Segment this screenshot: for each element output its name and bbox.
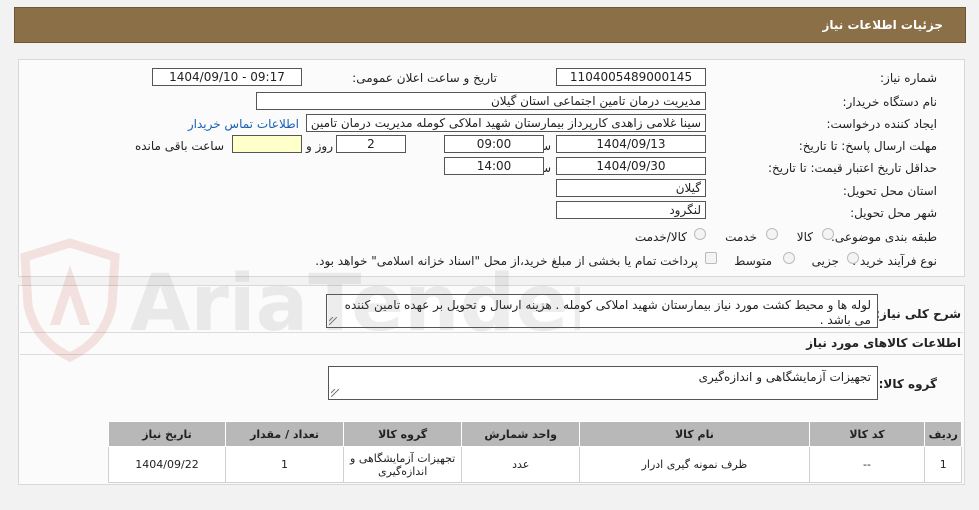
hours-remaining-field[interactable] xyxy=(232,135,302,153)
deadline-date-field[interactable]: 1404/09/13 xyxy=(556,135,706,153)
col-header-quantity: تعداد / مقدار xyxy=(225,421,345,447)
creator-field[interactable]: سینا غلامی زاهدی کارپرداز بیمارستان شهید… xyxy=(306,114,706,132)
buyer-contact-link[interactable]: اطلاعات تماس خریدار xyxy=(188,117,299,131)
cell-item-group: تجهیزات آزمایشگاهی و اندازه‌گیری xyxy=(343,446,463,483)
deadline-label: مهلت ارسال پاسخ: تا تاریخ: xyxy=(798,139,937,153)
divider xyxy=(20,354,963,355)
category-both-radio[interactable] xyxy=(694,228,706,240)
need-number-label: شماره نیاز: xyxy=(880,71,937,85)
days-label: روز و xyxy=(306,139,333,153)
resize-handle-icon[interactable] xyxy=(331,389,339,397)
creator-label: ایجاد کننده درخواست: xyxy=(826,117,937,131)
buyer-org-field[interactable]: مدیریت درمان تامین اجتماعی استان گیلان xyxy=(256,92,706,110)
category-both-label: کالا/خدمت xyxy=(634,230,687,244)
description-textarea[interactable]: لوله ها و محیط کشت مورد نیاز بیمارستان ش… xyxy=(326,294,878,328)
process-medium-radio[interactable] xyxy=(783,252,795,264)
cell-quantity: 1 xyxy=(225,446,345,483)
hours-remaining-label: ساعت باقی مانده xyxy=(134,139,224,153)
page-header: جزئیات اطلاعات نیاز xyxy=(14,7,966,43)
col-header-need-date: تاریخ نیاز xyxy=(107,421,227,447)
process-minor-radio[interactable] xyxy=(847,252,859,264)
goods-group-label: گروه کالا: xyxy=(878,377,937,391)
announce-date-field[interactable]: 1404/09/10 - 09:17 xyxy=(152,68,302,86)
table-header-row: ردیف کد کالا نام کالا واحد شمارش گروه کا… xyxy=(107,421,962,447)
resize-handle-icon[interactable] xyxy=(329,317,337,325)
days-remaining-field[interactable]: 2 xyxy=(336,135,406,153)
treasury-payment-checkbox[interactable] xyxy=(705,252,717,264)
col-header-item-group: گروه کالا xyxy=(343,421,463,447)
province-field[interactable]: گیلان xyxy=(556,179,706,197)
cell-need-date: 1404/09/22 xyxy=(107,446,227,483)
buyer-org-label: نام دستگاه خریدار: xyxy=(842,95,938,109)
cell-row-number: 1 xyxy=(924,446,962,483)
col-header-item-code: کد کالا xyxy=(808,421,926,447)
goods-group-textarea[interactable]: تجهیزات آزمایشگاهی و اندازه‌گیری xyxy=(328,366,878,400)
city-field[interactable]: لنگرود xyxy=(556,201,706,219)
province-label: استان محل تحویل: xyxy=(842,184,937,198)
goods-group-text: تجهیزات آزمایشگاهی و اندازه‌گیری xyxy=(698,370,871,384)
need-number-field[interactable]: 1104005489000145 xyxy=(556,68,706,86)
validity-time-field[interactable]: 14:00 xyxy=(444,157,544,175)
process-minor-label: جزیی xyxy=(811,254,839,268)
description-label: شرح کلی نیاز: xyxy=(875,307,961,321)
category-service-label: خدمت xyxy=(725,230,757,244)
validity-date-field[interactable]: 1404/09/30 xyxy=(556,157,706,175)
goods-table: ردیف کد کالا نام کالا واحد شمارش گروه کا… xyxy=(107,421,962,483)
treasury-payment-note: پرداخت تمام یا بخشی از مبلغ خرید،از محل … xyxy=(315,254,698,268)
col-header-row-number: ردیف xyxy=(924,421,962,447)
category-goods-label: کالا xyxy=(796,230,813,244)
table-row[interactable]: 1 -- ظرف نمونه گیری ادرار عدد تجهیزات آز… xyxy=(107,446,962,483)
cell-item-name: ظرف نمونه گیری ادرار xyxy=(579,446,810,483)
price-validity-label: حداقل تاریخ اعتبار قیمت: تا تاریخ: xyxy=(767,161,937,175)
announce-date-label: تاریخ و ساعت اعلان عمومی: xyxy=(352,71,497,85)
category-service-radio[interactable] xyxy=(766,228,778,240)
cell-item-code: -- xyxy=(808,446,926,483)
divider xyxy=(20,332,963,333)
category-label: طبقه بندی موضوعی: xyxy=(830,230,937,244)
category-goods-radio[interactable] xyxy=(822,228,834,240)
deadline-time-field[interactable]: 09:00 xyxy=(444,135,544,153)
page-title: جزئیات اطلاعات نیاز xyxy=(822,18,943,32)
process-label: نوع فرآیند خرید : xyxy=(852,254,937,268)
description-text: لوله ها و محیط کشت مورد نیاز بیمارستان ش… xyxy=(344,298,871,327)
col-header-item-name: نام کالا xyxy=(579,421,810,447)
goods-info-title: اطلاعات کالاهای مورد نیاز xyxy=(806,336,961,350)
col-header-unit: واحد شمارش xyxy=(461,421,581,447)
cell-unit: عدد xyxy=(461,446,581,483)
city-label: شهر محل تحویل: xyxy=(850,206,937,220)
process-medium-label: متوسط xyxy=(734,254,772,268)
